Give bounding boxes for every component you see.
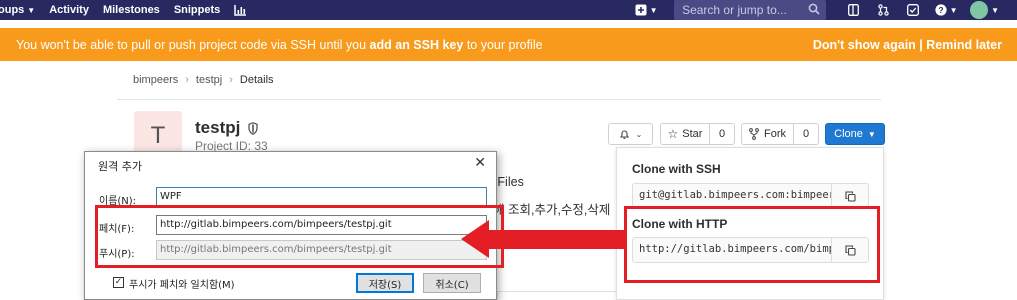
nav-milestones[interactable]: Milestones <box>103 4 160 16</box>
shield-icon <box>248 121 258 135</box>
user-avatar[interactable] <box>970 1 989 19</box>
star-icon: ☆ <box>667 127 679 141</box>
chevron-down-icon: ⌄ <box>635 129 643 139</box>
new-item-icon[interactable]: ▼ <box>631 0 661 20</box>
dont-show-again-link[interactable]: Don't show again <box>813 38 916 52</box>
notification-button[interactable]: ⌄ <box>608 123 653 145</box>
star-button[interactable]: ☆ Star <box>660 123 710 145</box>
banner-message-before: You won't be able to pull or push projec… <box>16 37 370 52</box>
remind-later-link[interactable]: Remind later <box>926 38 1002 52</box>
breadcrumb: bimpeers › testpj › Details <box>133 74 274 86</box>
fork-label: Fork <box>764 128 786 140</box>
banner-message-after: to your profile <box>463 37 543 52</box>
bell-icon <box>619 129 629 139</box>
chevron-down-icon[interactable]: ▼ <box>991 6 999 15</box>
merge-request-icon[interactable] <box>873 0 893 20</box>
search-icon <box>808 3 820 15</box>
annotation-box-dialog-urls <box>95 205 504 268</box>
project-name: testpj <box>195 118 241 137</box>
clone-label: Clone <box>834 128 863 140</box>
breadcrumb-group[interactable]: bimpeers <box>133 74 178 86</box>
star-count[interactable]: 0 <box>709 123 735 145</box>
copy-icon <box>844 190 856 202</box>
add-ssh-key-link[interactable]: add an SSH key <box>370 38 464 52</box>
nav-snippets[interactable]: Snippets <box>174 4 220 16</box>
nav-activity[interactable]: Activity <box>49 4 89 16</box>
sidebar-toggle-icon[interactable] <box>843 0 863 20</box>
annotation-arrow-shaft <box>484 230 625 249</box>
help-icon[interactable]: ? ▼ <box>933 0 959 20</box>
chart-icon[interactable] <box>234 4 247 16</box>
clone-ssh-label: Clone with SSH <box>632 162 721 176</box>
nav-groups-label: oups <box>0 4 25 16</box>
project-title: testpj <box>195 118 258 138</box>
banner-message: You won't be able to pull or push projec… <box>16 38 543 52</box>
close-icon[interactable]: ✕ <box>474 155 486 171</box>
save-button[interactable]: 저장(S) <box>356 273 414 293</box>
fork-button[interactable]: Fork <box>741 123 794 145</box>
dialog-title: 원격 추가 <box>98 160 142 173</box>
annotation-arrow-head <box>461 220 489 258</box>
clone-button[interactable]: Clone ▼ <box>825 123 885 145</box>
fork-icon <box>749 128 759 140</box>
nav-groups[interactable]: oups ▼ <box>0 4 35 16</box>
chevron-down-icon: ▼ <box>27 5 36 15</box>
banner-separator: | <box>915 37 927 52</box>
push-matches-fetch-label: 푸시가 페치와 일치함(M) <box>129 280 235 291</box>
chevron-down-icon: ▼ <box>867 129 876 139</box>
svg-text:?: ? <box>938 5 943 15</box>
project-description: 해 조회,추가,수정,삭제 <box>493 203 611 217</box>
chevron-down-icon: ▼ <box>949 5 958 15</box>
top-navbar: oups ▼ Activity Milestones Snippets ▼ Sea… <box>0 0 1017 20</box>
banner-actions: Don't show again | Remind later <box>813 38 1002 52</box>
breadcrumb-current[interactable]: Details <box>240 74 274 86</box>
chevron-right-icon: › <box>229 74 233 86</box>
chevron-down-icon: ▼ <box>649 5 658 15</box>
chevron-right-icon: › <box>185 74 189 86</box>
annotation-box-clone-http <box>624 206 880 283</box>
push-matches-fetch-checkbox[interactable]: ✓ <box>113 277 124 288</box>
ssh-warning-banner: You won't be able to pull or push projec… <box>0 28 1017 61</box>
breadcrumb-project[interactable]: testpj <box>196 74 222 86</box>
fork-count[interactable]: 0 <box>793 123 819 145</box>
cancel-button[interactable]: 취소(C) <box>423 273 481 293</box>
todo-icon[interactable] <box>903 0 923 20</box>
search-input[interactable]: Search or jump to... <box>674 0 827 20</box>
divider <box>117 99 881 100</box>
search-placeholder: Search or jump to... <box>682 3 787 17</box>
star-label: Star <box>682 128 703 140</box>
name-input[interactable]: WPF <box>156 187 487 207</box>
